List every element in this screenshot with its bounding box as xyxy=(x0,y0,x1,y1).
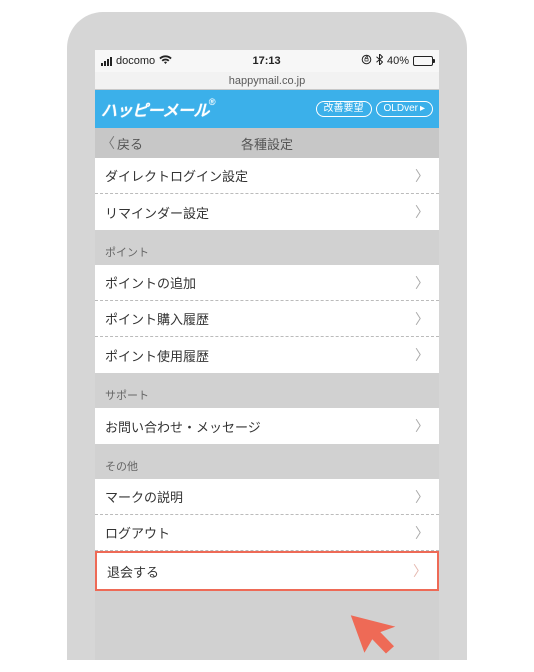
feedback-button-label: 改善要望 xyxy=(324,104,364,114)
row-label: ポイント購入履歴 xyxy=(105,309,209,328)
settings-list-login: ダイレクトログイン設定 〉 リマインダー設定 〉 xyxy=(95,158,439,230)
carrier-label: docomo xyxy=(116,55,155,67)
settings-list-other: マークの説明 〉 ログアウト 〉 退会する 〉 xyxy=(95,479,439,591)
orientation-lock-icon xyxy=(361,54,372,68)
chevron-right-icon: ▸ xyxy=(420,104,425,114)
row-label: ダイレクトログイン設定 xyxy=(105,166,248,185)
chevron-right-icon: 〉 xyxy=(415,166,429,186)
row-label: 退会する xyxy=(107,562,159,581)
chevron-right-icon: 〉 xyxy=(415,202,429,222)
row-withdraw[interactable]: 退会する 〉 xyxy=(97,553,437,589)
url-domain: happymail.co.jp xyxy=(229,75,305,87)
section-header-support: サポート xyxy=(95,373,439,408)
signal-icon xyxy=(101,57,112,66)
section-header-other: その他 xyxy=(95,444,439,479)
section-header-points: ポイント xyxy=(95,230,439,265)
row-marks[interactable]: マークの説明 〉 xyxy=(95,479,439,515)
wifi-icon xyxy=(159,55,172,68)
logo-text: ハッピーメール xyxy=(101,103,209,120)
chevron-right-icon: 〉 xyxy=(413,561,427,581)
chevron-left-icon: 〈 xyxy=(101,133,115,153)
chevron-right-icon: 〉 xyxy=(415,487,429,507)
battery-percent: 40% xyxy=(387,55,409,67)
app-logo[interactable]: ハッピーメール® xyxy=(101,97,215,121)
browser-url-bar[interactable]: happymail.co.jp xyxy=(95,72,439,90)
row-label: お問い合わせ・メッセージ xyxy=(105,417,261,436)
settings-list-points: ポイントの追加 〉 ポイント購入履歴 〉 ポイント使用履歴 〉 xyxy=(95,265,439,373)
clock: 17:13 xyxy=(252,55,280,67)
page-title: 各種設定 xyxy=(95,134,439,153)
registered-mark: ® xyxy=(209,97,215,107)
row-label: ポイントの追加 xyxy=(105,273,196,292)
page-nav-bar: 〈 戻る 各種設定 xyxy=(95,128,439,158)
row-label: ログアウト xyxy=(105,523,170,542)
app-header: ハッピーメール® 改善要望 OLDver▸ xyxy=(95,90,439,128)
row-label: マークの説明 xyxy=(105,487,183,506)
old-version-label: OLDver xyxy=(384,104,418,114)
chevron-right-icon: 〉 xyxy=(415,523,429,543)
old-version-button[interactable]: OLDver▸ xyxy=(376,101,433,117)
row-label: ポイント使用履歴 xyxy=(105,346,209,365)
row-point-purchase-history[interactable]: ポイント購入履歴 〉 xyxy=(95,301,439,337)
highlight-withdraw: 退会する 〉 xyxy=(95,551,439,591)
row-point-add[interactable]: ポイントの追加 〉 xyxy=(95,265,439,301)
row-contact[interactable]: お問い合わせ・メッセージ 〉 xyxy=(95,408,439,444)
ios-status-bar: docomo 17:13 40% xyxy=(95,50,439,72)
row-direct-login[interactable]: ダイレクトログイン設定 〉 xyxy=(95,158,439,194)
bluetooth-icon xyxy=(376,54,383,68)
chevron-right-icon: 〉 xyxy=(415,309,429,329)
row-label: リマインダー設定 xyxy=(105,203,209,222)
battery-icon xyxy=(413,56,433,66)
row-reminder[interactable]: リマインダー設定 〉 xyxy=(95,194,439,230)
phone-screen: docomo 17:13 40% happymail.co.jp xyxy=(95,50,439,660)
row-point-use-history[interactable]: ポイント使用履歴 〉 xyxy=(95,337,439,373)
chevron-right-icon: 〉 xyxy=(415,416,429,436)
device-frame: docomo 17:13 40% happymail.co.jp xyxy=(67,12,467,660)
settings-list-support: お問い合わせ・メッセージ 〉 xyxy=(95,408,439,444)
row-logout[interactable]: ログアウト 〉 xyxy=(95,515,439,551)
back-button[interactable]: 〈 戻る xyxy=(95,133,143,153)
chevron-right-icon: 〉 xyxy=(415,345,429,365)
chevron-right-icon: 〉 xyxy=(415,273,429,293)
back-label: 戻る xyxy=(117,134,143,153)
feedback-button[interactable]: 改善要望 xyxy=(316,101,372,117)
